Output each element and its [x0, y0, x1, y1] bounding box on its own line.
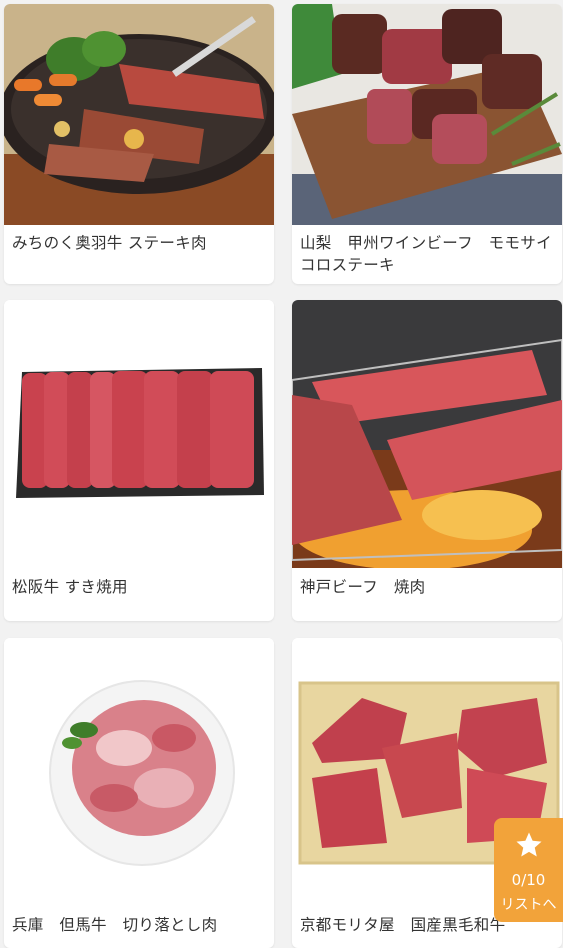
- product-title[interactable]: 兵庫 但馬牛 切り落とし肉: [12, 914, 266, 936]
- product-card[interactable]: 神戸ビーフ 焼肉: [292, 300, 562, 621]
- product-card[interactable]: みちのく奥羽牛 ステーキ肉: [4, 4, 274, 284]
- product-image[interactable]: [292, 300, 562, 568]
- product-image[interactable]: [4, 638, 274, 900]
- product-title[interactable]: 松阪牛 すき焼用: [12, 576, 266, 598]
- product-image[interactable]: [292, 4, 562, 225]
- product-image[interactable]: [4, 4, 274, 225]
- product-card[interactable]: 山梨 甲州ワインビーフ モモサイコロステーキ: [292, 4, 562, 284]
- favorite-list-button[interactable]: 0/10 リストへ: [494, 818, 563, 922]
- star-icon: [514, 830, 544, 864]
- product-title[interactable]: みちのく奥羽牛 ステーキ肉: [12, 232, 266, 254]
- product-image[interactable]: [4, 300, 274, 562]
- product-title[interactable]: 神戸ビーフ 焼肉: [300, 576, 554, 598]
- product-title[interactable]: 山梨 甲州ワインビーフ モモサイコロステーキ: [300, 232, 554, 276]
- favorite-count: 0/10: [511, 871, 546, 889]
- product-card[interactable]: 兵庫 但馬牛 切り落とし肉: [4, 638, 274, 948]
- favorite-list-label: リストへ: [500, 897, 557, 913]
- product-card[interactable]: 松阪牛 すき焼用: [4, 300, 274, 621]
